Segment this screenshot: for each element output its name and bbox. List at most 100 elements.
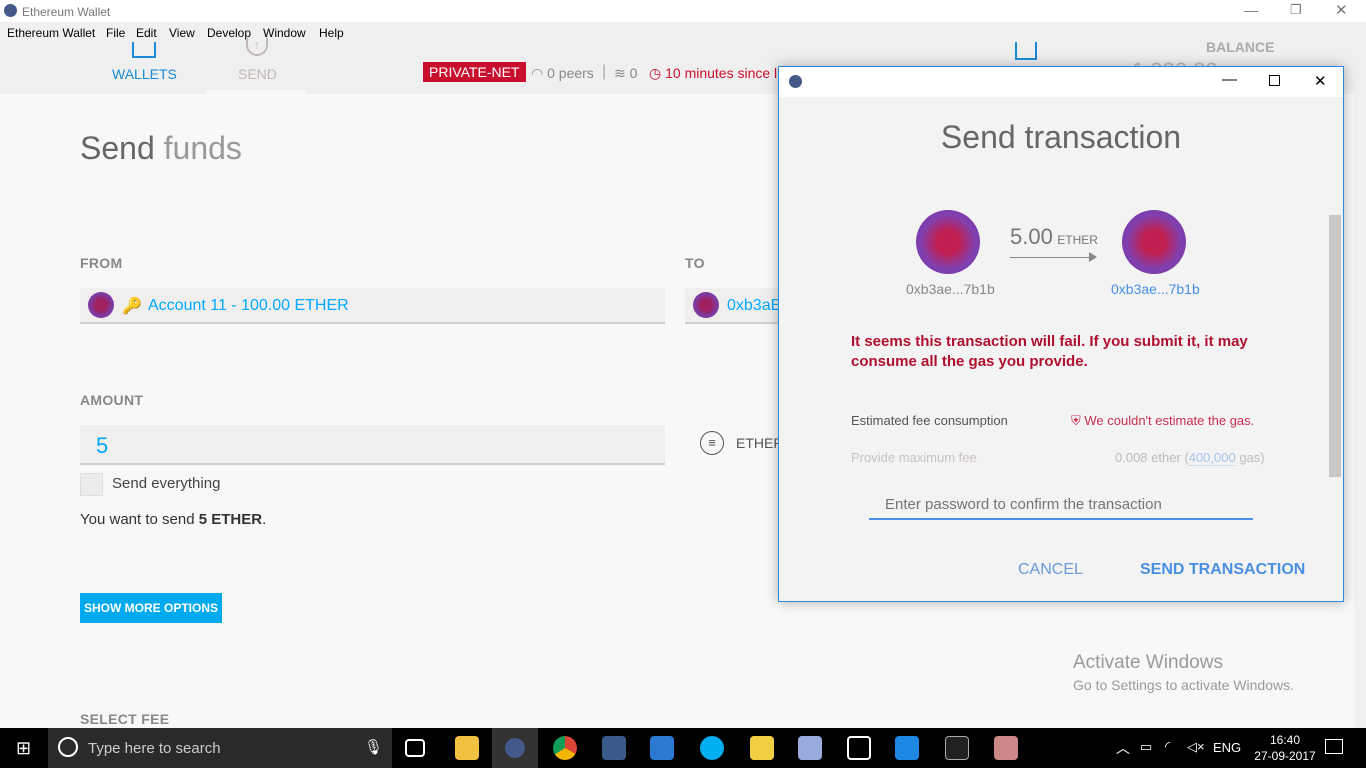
restore-button[interactable]: ❐ <box>1290 2 1302 18</box>
dialog-title: Send transaction <box>940 119 1182 155</box>
skype-icon[interactable] <box>700 736 724 760</box>
summary-prefix: You want to send <box>80 511 199 528</box>
peers-status: ◠ 0 peers <box>531 65 594 81</box>
volume-muted-icon[interactable]: ◁× <box>1187 739 1205 755</box>
sticky-notes-icon[interactable] <box>750 736 774 760</box>
nav-send[interactable]: SEND <box>238 66 277 82</box>
nav-wallets[interactable]: WALLETS <box>112 66 177 82</box>
ether-icon[interactable]: ≡ <box>700 431 724 455</box>
to-address[interactable]: 0xb3ae...7b1b <box>1111 281 1200 297</box>
dialog-maximize-button[interactable] <box>1269 75 1280 86</box>
unit: ETHER <box>1057 233 1098 247</box>
max-fee-value: 0.008 ether (400,000 gas) <box>1115 450 1265 466</box>
watermark-line1: Activate Windows <box>1073 652 1223 673</box>
from-select[interactable]: 🔑 Account 11 - 100.00 ETHER <box>80 288 665 324</box>
amount-label: AMOUNT <box>80 392 144 408</box>
search-placeholder: Type here to search <box>88 740 221 757</box>
photos-icon[interactable] <box>847 736 871 760</box>
dialog-close-button[interactable]: ✕ <box>1314 72 1327 90</box>
to-label: TO <box>685 255 705 271</box>
page-title: Send funds <box>80 130 242 167</box>
vscode-icon[interactable] <box>650 736 674 760</box>
menu-develop[interactable]: Develop <box>207 26 251 40</box>
gas-input[interactable]: 400,000 <box>1188 450 1236 466</box>
send-transaction-button[interactable]: SEND TRANSACTION <box>1140 561 1305 579</box>
taskbar-search[interactable]: Type here to search 🎙 <box>48 728 392 768</box>
menu-view[interactable]: View <box>169 26 195 40</box>
select-fee-label: SELECT FEE <box>80 711 170 727</box>
from-label: FROM <box>80 255 123 271</box>
to-identicon <box>693 292 719 318</box>
failure-warning: It seems this transaction will fail. If … <box>851 333 1248 370</box>
close-button[interactable]: ✕ <box>1335 1 1348 19</box>
page-scrollbar[interactable] <box>1354 94 1366 728</box>
fee-label: Estimated fee consumption <box>851 413 1008 428</box>
summary-suffix: . <box>262 511 267 528</box>
taskbar: ⊞ Type here to search 🎙 ︿ ▭ ◜ ◁× ENG 16:… <box>0 728 1366 768</box>
max-fee-suffix: gas) <box>1235 450 1265 465</box>
send-icon: ↑ <box>246 38 268 56</box>
app-icon[interactable] <box>602 736 626 760</box>
command-prompt-icon[interactable] <box>945 736 969 760</box>
app-icon[interactable] <box>798 736 822 760</box>
task-view-icon[interactable] <box>405 739 425 757</box>
minimize-button[interactable]: — <box>1244 2 1258 18</box>
blocks-status: ≋ 0 <box>614 65 638 81</box>
from-identicon <box>916 210 980 274</box>
wifi-icon[interactable]: ◜ <box>1165 738 1170 755</box>
transfer-amount: 5.00 ETHER <box>1010 224 1098 250</box>
activate-windows-watermark: Activate Windows Go to Settings to activ… <box>1073 652 1294 693</box>
amount: 5.00 <box>1010 224 1053 249</box>
network-badge: PRIVATE-NET <box>423 62 526 82</box>
block-count: 0 <box>629 65 638 81</box>
title-rest: funds <box>163 130 242 166</box>
ethereum-icon <box>505 738 525 758</box>
currency-select[interactable]: ETHER <box>736 435 783 451</box>
amount-value: 5 <box>96 433 109 458</box>
dialog-minimize-button[interactable]: — <box>1222 71 1237 88</box>
battery-icon[interactable]: ▭ <box>1140 739 1152 755</box>
menu-file[interactable]: File <box>106 26 125 40</box>
account-identicon <box>88 292 114 318</box>
microphone-icon[interactable]: 🎙 <box>364 738 383 756</box>
to-value: 0xb3aE <box>727 297 782 314</box>
contracts-icon[interactable] <box>1015 42 1037 60</box>
show-more-options-button[interactable]: SHOW MORE OPTIONS <box>80 593 222 623</box>
fee-error-text: We couldn't estimate the gas. <box>1084 413 1255 428</box>
time: 16:40 <box>1269 733 1301 747</box>
windows-start-icon[interactable]: ⊞ <box>16 738 31 759</box>
send-everything-checkbox[interactable] <box>80 473 103 496</box>
amount-input[interactable]: 5 <box>80 425 665 465</box>
search-icon <box>58 737 78 757</box>
ethereum-logo-icon <box>4 4 17 17</box>
summary-amount: 5 ETHER <box>198 511 263 528</box>
chevron-up-icon[interactable]: ︿ <box>1116 738 1130 758</box>
balance-label: BALANCE <box>1206 39 1275 55</box>
ethereum-logo-icon <box>789 75 802 88</box>
from-address: 0xb3ae...7b1b <box>906 281 995 297</box>
clock[interactable]: 16:40 27-09-2017 <box>1250 732 1320 764</box>
menu-help[interactable]: Help <box>319 26 344 40</box>
to-identicon <box>1122 210 1186 274</box>
teamviewer-icon[interactable] <box>895 736 919 760</box>
password-input[interactable] <box>869 491 1253 520</box>
dialog-scrollbar[interactable] <box>1329 215 1341 477</box>
paint-icon[interactable] <box>994 736 1018 760</box>
file-explorer-icon[interactable] <box>455 736 479 760</box>
watermark-line2: Go to Settings to activate Windows. <box>1073 677 1294 693</box>
menu-window[interactable]: Window <box>263 26 306 40</box>
notifications-icon[interactable] <box>1325 739 1343 754</box>
arrow-right-icon <box>1010 257 1094 258</box>
sync-status: ◷ 10 minutes since l <box>649 65 778 81</box>
key-icon: 🔑 <box>122 298 142 315</box>
cancel-button[interactable]: CANCEL <box>1018 561 1083 579</box>
title-bar: Ethereum Wallet — ❐ ✕ <box>0 0 1366 22</box>
menu-ethereum-wallet[interactable]: Ethereum Wallet <box>7 26 95 40</box>
to-input[interactable]: 0xb3aE <box>685 288 782 324</box>
max-fee-label: Provide maximum fee <box>851 450 977 465</box>
from-value: Account 11 - 100.00 ETHER <box>148 297 349 314</box>
language-indicator[interactable]: ENG <box>1213 740 1241 755</box>
wallet-icon <box>132 42 156 58</box>
chrome-icon[interactable] <box>553 736 577 760</box>
menu-edit[interactable]: Edit <box>136 26 157 40</box>
